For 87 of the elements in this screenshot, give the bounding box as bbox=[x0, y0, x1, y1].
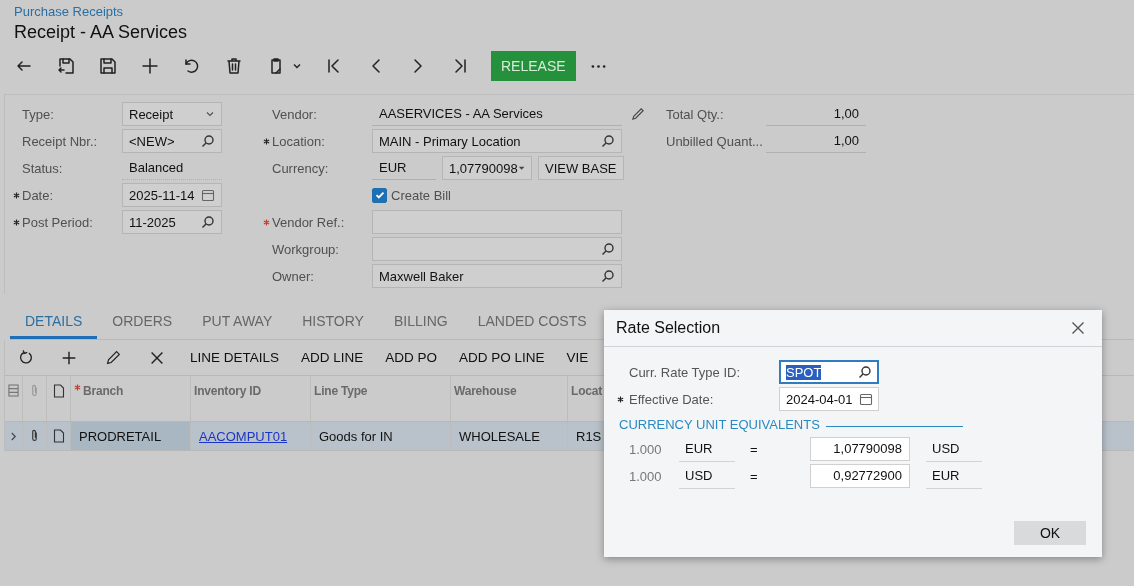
create-bill-checkbox[interactable]: Create Bill bbox=[372, 187, 451, 203]
field-label: Effective Date: bbox=[628, 391, 715, 407]
currency-code: EUR bbox=[926, 463, 982, 489]
lookup-field[interactable] bbox=[372, 237, 622, 261]
field-label: Curr. Rate Type ID: bbox=[628, 364, 742, 380]
dialog-title: Rate Selection bbox=[616, 319, 721, 337]
search-icon bbox=[601, 242, 615, 256]
grid-action-button[interactable]: LINE DETAILS bbox=[179, 342, 291, 373]
quantity-value: 1,00 bbox=[766, 102, 866, 126]
view-base-button[interactable]: VIEW BASE bbox=[538, 156, 624, 180]
currency-code: USD bbox=[679, 463, 735, 489]
field-label: Unbilled Quant... bbox=[666, 133, 764, 149]
field-label: Status: bbox=[22, 160, 64, 176]
lookup-field[interactable]: SPOT bbox=[779, 360, 879, 384]
search-icon bbox=[601, 134, 615, 148]
pencil-icon[interactable] bbox=[630, 106, 645, 122]
rate-field[interactable]: 1,07790098 bbox=[810, 437, 910, 461]
document-icon bbox=[52, 384, 65, 398]
calendar-icon bbox=[859, 392, 873, 406]
caret-icon bbox=[292, 61, 302, 71]
search-icon bbox=[201, 134, 215, 148]
lookup-field[interactable]: Maxwell Baker bbox=[372, 264, 622, 288]
field-label: Vendor Ref.: bbox=[272, 214, 346, 230]
date-field[interactable]: 2025-11-14 bbox=[122, 183, 222, 207]
tab[interactable]: BILLING bbox=[378, 305, 463, 339]
currency-code: USD bbox=[926, 436, 982, 462]
field-label: Currency: bbox=[272, 160, 330, 176]
tab[interactable]: HISTORY bbox=[287, 305, 379, 339]
more-icon bbox=[590, 64, 606, 68]
document-icon[interactable] bbox=[52, 429, 65, 443]
lookup-field[interactable]: MAIN - Primary Location bbox=[372, 129, 622, 153]
rate-dropdown[interactable]: 1,07790098 bbox=[442, 156, 532, 180]
page-title: Receipt - AA Services bbox=[14, 22, 189, 43]
calendar-icon bbox=[201, 188, 215, 202]
field-label: Vendor: bbox=[272, 106, 318, 122]
field-label: Total Qty.: bbox=[666, 106, 725, 122]
lookup-field[interactable]: 11-2025 bbox=[122, 210, 222, 234]
trash-icon bbox=[224, 56, 244, 76]
type-dropdown[interactable]: Receipt bbox=[122, 102, 222, 126]
search-icon bbox=[601, 269, 615, 283]
table-cell: WHOLESALE bbox=[459, 428, 540, 444]
field-label: Receipt Nbr.: bbox=[22, 133, 99, 149]
check-icon bbox=[373, 189, 386, 201]
table-cell: Goods for IN bbox=[319, 428, 393, 444]
settings-icon[interactable] bbox=[8, 384, 19, 397]
chevron-icon bbox=[205, 109, 215, 119]
save-close-icon bbox=[56, 56, 76, 76]
close-icon bbox=[1071, 321, 1085, 335]
ok-button[interactable]: OK bbox=[1014, 521, 1086, 545]
currency-field[interactable]: EUR bbox=[372, 156, 436, 180]
plus-icon bbox=[140, 56, 160, 76]
table-cell: R1S bbox=[576, 428, 602, 444]
equals-sign: = bbox=[749, 468, 759, 484]
tab[interactable]: ORDERS bbox=[97, 305, 188, 339]
caret-icon bbox=[517, 164, 525, 172]
vendor-field[interactable]: AASERVICES - AA Services bbox=[372, 102, 622, 126]
rate-field[interactable]: 0,92772900 bbox=[810, 464, 910, 488]
status-value: Balanced bbox=[122, 156, 222, 180]
pencil-icon bbox=[104, 348, 122, 367]
currency-code: EUR bbox=[679, 436, 735, 462]
lookup-field[interactable]: <NEW> bbox=[122, 129, 222, 153]
expand-icon[interactable] bbox=[10, 430, 17, 442]
date-field[interactable]: 2024-04-01 bbox=[779, 387, 879, 411]
field-label: Workgroup: bbox=[272, 241, 340, 257]
field-label: Post Period: bbox=[22, 214, 94, 230]
grid-action-button[interactable]: VIE bbox=[555, 342, 600, 373]
search-icon bbox=[858, 365, 872, 379]
paperclip-icon bbox=[30, 384, 39, 398]
quantity-value: 1,00 bbox=[766, 129, 866, 153]
field-label: Location: bbox=[272, 133, 326, 149]
search-icon bbox=[201, 215, 215, 229]
inventory-link[interactable]: AACOMPUT01 bbox=[199, 428, 288, 444]
grid-action-button[interactable]: ADD PO bbox=[374, 342, 449, 373]
field-label: Type: bbox=[22, 106, 55, 122]
tab[interactable]: PUT AWAY bbox=[187, 305, 288, 339]
field-label: Date: bbox=[22, 187, 55, 203]
field-label: Owner: bbox=[272, 268, 315, 284]
unit-quantity: 1.000 bbox=[629, 468, 663, 484]
tab[interactable]: LANDED COSTS bbox=[462, 305, 602, 339]
grid-action-button[interactable]: ADD LINE bbox=[290, 342, 375, 373]
grid-action-button[interactable]: ADD PO LINE bbox=[448, 342, 556, 373]
paperclip-icon[interactable] bbox=[30, 429, 39, 443]
refresh-icon bbox=[17, 348, 35, 367]
text-field[interactable] bbox=[372, 210, 622, 234]
close-button[interactable] bbox=[1071, 321, 1085, 335]
save-icon bbox=[98, 56, 118, 76]
table-cell: PRODRETAIL bbox=[79, 428, 162, 444]
